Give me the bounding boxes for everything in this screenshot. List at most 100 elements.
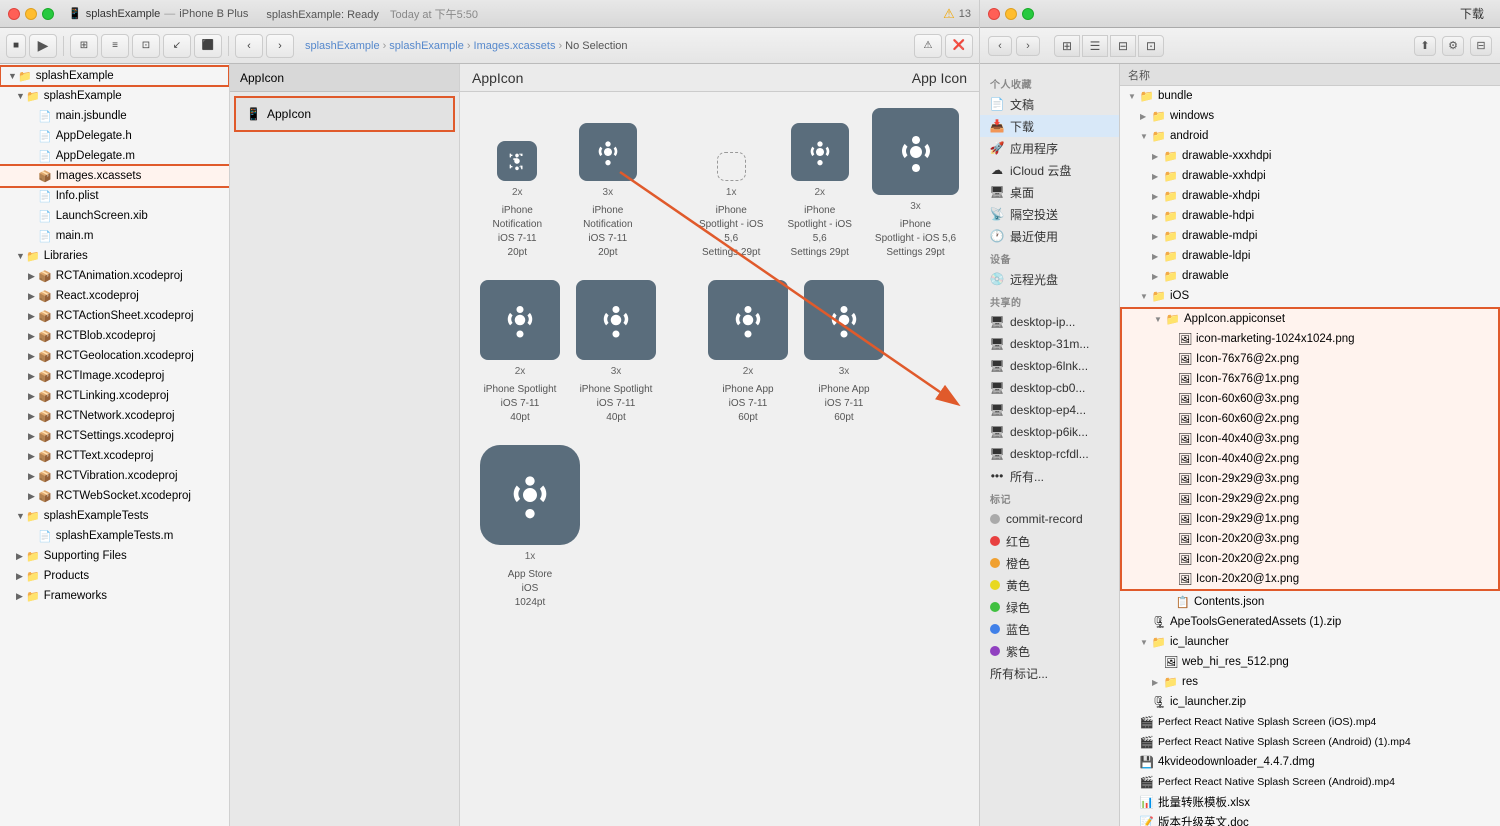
sidebar-item-desktop-rcfdl[interactable]: 🖥 desktop-rcfdl... <box>980 443 1119 465</box>
file-entry-drawable[interactable]: ▶ 📁 drawable <box>1120 266 1500 286</box>
file-entry-icon-76x76-2x[interactable]: 🖼 Icon-76x76@2x.png <box>1122 349 1498 369</box>
finder-back-btn[interactable]: ‹ <box>988 36 1012 56</box>
minimize-button[interactable] <box>25 8 37 20</box>
finder-min-btn[interactable] <box>1005 8 1017 20</box>
icon-cell-settings-2x[interactable]: 2x iPhoneSpotlight - iOS 5,6Settings 29p… <box>783 123 856 260</box>
file-entry-icon-20x20-3x[interactable]: 🖼 Icon-20x20@3x.png <box>1122 529 1498 549</box>
navigator-toggle[interactable]: ⊞ <box>70 34 98 58</box>
file-entry-icon-20x20-2x[interactable]: 🖼 Icon-20x20@2x.png <box>1122 549 1498 569</box>
sidebar-item-recent[interactable]: 🕐 最近使用 <box>980 225 1119 247</box>
sidebar-item-apps[interactable]: 🚀 应用程序 <box>980 137 1119 159</box>
file-entry-drawable-mdpi[interactable]: ▶ 📁 drawable-mdpi <box>1120 226 1500 246</box>
tree-react[interactable]: ▶ 📦 React.xcodeproj <box>0 286 229 306</box>
icon-cell-app-2x[interactable]: 2x iPhone AppiOS 7-1160pt <box>708 280 788 425</box>
file-entry-ic-launcher-folder[interactable]: ▼ 📁 ic_launcher <box>1120 632 1500 652</box>
finder-close-btn[interactable] <box>988 8 1000 20</box>
file-entry-apetools-zip[interactable]: 🗜 ApeToolsGeneratedAssets (1).zip <box>1120 612 1500 632</box>
back-btn[interactable]: ‹ <box>235 34 263 58</box>
file-entry-icon-40x40-3x[interactable]: 🖼 Icon-40x40@3x.png <box>1122 429 1498 449</box>
tag-yellow[interactable]: 黄色 <box>980 574 1119 596</box>
file-entry-windows[interactable]: ▶ 📁 windows <box>1120 106 1500 126</box>
file-entry-android-mp4-1[interactable]: 🎬 Perfect React Native Splash Screen (An… <box>1120 732 1500 752</box>
tree-rctlinking[interactable]: ▶ 📦 RCTLinking.xcodeproj <box>0 386 229 406</box>
sidebar-item-icloud[interactable]: ☁ iCloud 云盘 <box>980 159 1119 181</box>
icon-cell-appstore[interactable]: 1x App StoreiOS1024pt <box>480 445 580 610</box>
tree-tests-m[interactable]: 📄 splashExampleTests.m <box>0 526 229 546</box>
file-entry-res[interactable]: ▶ 📁 res <box>1120 672 1500 692</box>
maximize-button[interactable] <box>42 8 54 20</box>
action-btn[interactable]: ⚙ <box>1442 36 1464 56</box>
file-entry-android-mp4[interactable]: 🎬 Perfect React Native Splash Screen (An… <box>1120 772 1500 792</box>
sort-btn[interactable]: ⊟ <box>1470 36 1492 56</box>
tree-group-frameworks[interactable]: ▶ 📁 Frameworks <box>0 586 229 606</box>
appicon-item[interactable]: 📱 AppIcon <box>234 96 455 132</box>
file-entry-icon-29x29-3x[interactable]: 🖼 Icon-29x29@3x.png <box>1122 469 1498 489</box>
tree-group-libraries[interactable]: ▼ 📁 Libraries <box>0 246 229 266</box>
source-control[interactable]: ↙ <box>163 34 191 58</box>
file-entry-icon-29x29-1x[interactable]: 🖼 Icon-29x29@1x.png <box>1122 509 1498 529</box>
file-entry-drawable-xxxhdpi[interactable]: ▶ 📁 drawable-xxxhdpi <box>1120 146 1500 166</box>
tree-rctgeolocation[interactable]: ▶ 📦 RCTGeolocation.xcodeproj <box>0 346 229 366</box>
tree-group-products[interactable]: ▶ 📁 Products <box>0 566 229 586</box>
breakpoint-btn[interactable]: ⬛ <box>194 34 222 58</box>
icon-cell-app-3x[interactable]: 3x iPhone AppiOS 7-1160pt <box>804 280 884 425</box>
tag-commit-record[interactable]: commit-record <box>980 508 1119 530</box>
sidebar-item-airdrop[interactable]: 📡 隔空投送 <box>980 203 1119 225</box>
file-entry-doc[interactable]: 📝 版本升级英文.doc <box>1120 812 1500 826</box>
tree-rctnetwork[interactable]: ▶ 📦 RCTNetwork.xcodeproj <box>0 406 229 426</box>
tree-group-splashExample[interactable]: ▼ 📁 splashExample <box>0 86 229 106</box>
close-button[interactable] <box>8 8 20 20</box>
file-entry-icon-29x29-2x[interactable]: 🖼 Icon-29x29@2x.png <box>1122 489 1498 509</box>
icon-cell-settings-3x[interactable]: 3x iPhoneSpotlight - iOS 5,6Settings 29p… <box>872 108 959 260</box>
tag-green[interactable]: 绿色 <box>980 596 1119 618</box>
tree-file-appdelegate-m[interactable]: 📄 AppDelegate.m <box>0 146 229 166</box>
debug-toggle[interactable]: ≡ <box>101 34 129 58</box>
column-view-btn[interactable]: ⊟ <box>1110 35 1136 57</box>
file-entry-icon-60x60-3x[interactable]: 🖼 Icon-60x60@3x.png <box>1122 389 1498 409</box>
tag-blue[interactable]: 蓝色 <box>980 618 1119 640</box>
tree-rctsettings[interactable]: ▶ 📦 RCTSettings.xcodeproj <box>0 426 229 446</box>
tree-file-main-m[interactable]: 📄 main.m <box>0 226 229 246</box>
file-entry-xlsx[interactable]: 📊 批量转账模板.xlsx <box>1120 792 1500 812</box>
icon-cell-spotlight-3x[interactable]: 3x iPhone SpotlightiOS 7-1140pt <box>576 280 656 425</box>
warning-btn[interactable]: ⚠ <box>914 34 942 58</box>
sidebar-item-disc[interactable]: 💿 远程光盘 <box>980 268 1119 290</box>
sidebar-item-desktop-6lnk[interactable]: 🖥 desktop-6lnk... <box>980 355 1119 377</box>
tree-rctblob[interactable]: ▶ 📦 RCTBlob.xcodeproj <box>0 326 229 346</box>
file-entry-drawable-hdpi[interactable]: ▶ 📁 drawable-hdpi <box>1120 206 1500 226</box>
icon-cell-notif-2x[interactable]: 2x iPhone NotificationiOS 7-1120pt <box>480 141 555 260</box>
file-entry-drawable-xhdpi[interactable]: ▶ 📁 drawable-xhdpi <box>1120 186 1500 206</box>
sidebar-item-desktop-ep4[interactable]: 🖥 desktop-ep4... <box>980 399 1119 421</box>
file-entry-ios[interactable]: ▼ 📁 iOS <box>1120 286 1500 306</box>
sidebar-item-desktop-ip[interactable]: 🖥 desktop-ip... <box>980 311 1119 333</box>
tree-item-root[interactable]: ▼ 📁 splashExample <box>0 66 229 86</box>
tree-rctactionsheet[interactable]: ▶ 📦 RCTActionSheet.xcodeproj <box>0 306 229 326</box>
file-entry-appiconset[interactable]: ▼ 📁 AppIcon.appiconset <box>1122 309 1498 329</box>
file-entry-bundle[interactable]: ▼ 📁 bundle <box>1120 86 1500 106</box>
file-entry-ic-launcher-zip[interactable]: 🗜 ic_launcher.zip <box>1120 692 1500 712</box>
sidebar-item-all-shared[interactable]: ••• 所有... <box>980 465 1119 487</box>
tree-file-main-jsbundle[interactable]: 📄 main.jsbundle <box>0 106 229 126</box>
gallery-view-btn[interactable]: ⊡ <box>1138 35 1164 57</box>
finder-forward-btn[interactable]: › <box>1016 36 1040 56</box>
tree-file-launchscreen[interactable]: 📄 LaunchScreen.xib <box>0 206 229 226</box>
icon-cell-spotlight-2x[interactable]: 2x iPhone SpotlightiOS 7-1140pt <box>480 280 560 425</box>
run-button[interactable]: ▶ <box>29 34 57 58</box>
tree-rctwebsocket[interactable]: ▶ 📦 RCTWebSocket.xcodeproj <box>0 486 229 506</box>
file-entry-drawable-xxhdpi[interactable]: ▶ 📁 drawable-xxhdpi <box>1120 166 1500 186</box>
tree-file-info-plist[interactable]: 📄 Info.plist <box>0 186 229 206</box>
file-entry-android[interactable]: ▼ 📁 android <box>1120 126 1500 146</box>
sidebar-item-desktop-cb0[interactable]: 🖥 desktop-cb0... <box>980 377 1119 399</box>
icon-cell-notif-3x[interactable]: 3x iPhone NotificationiOS 7-1120pt <box>571 123 646 260</box>
file-entry-icon-40x40-2x[interactable]: 🖼 Icon-40x40@2x.png <box>1122 449 1498 469</box>
forward-btn[interactable]: › <box>266 34 294 58</box>
file-entry-drawable-ldpi[interactable]: ▶ 📁 drawable-ldpi <box>1120 246 1500 266</box>
tree-file-appdelegate-h[interactable]: 📄 AppDelegate.h <box>0 126 229 146</box>
tag-purple[interactable]: 紫色 <box>980 640 1119 662</box>
tree-rcttext[interactable]: ▶ 📦 RCTText.xcodeproj <box>0 446 229 466</box>
file-entry-icon-60x60-2x[interactable]: 🖼 Icon-60x60@2x.png <box>1122 409 1498 429</box>
tree-rctvibration[interactable]: ▶ 📦 RCTVibration.xcodeproj <box>0 466 229 486</box>
tag-orange[interactable]: 橙色 <box>980 552 1119 574</box>
error-btn[interactable]: ❌ <box>945 34 973 58</box>
scheme-selector[interactable]: ■ <box>6 34 26 58</box>
